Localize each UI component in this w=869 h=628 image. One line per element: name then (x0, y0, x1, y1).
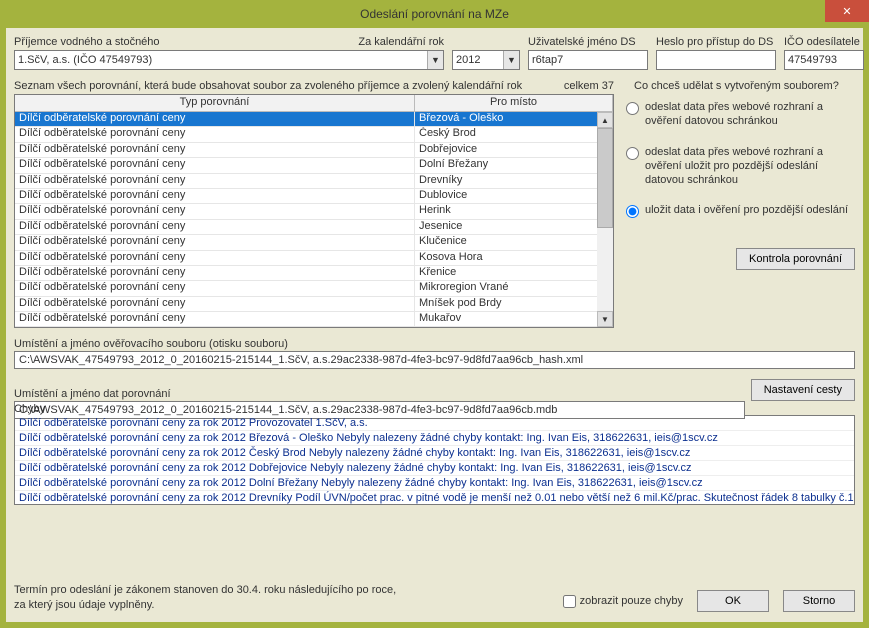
label-coudelat: Co chceš udělat s vytvořeným souborem? (634, 80, 839, 92)
close-button[interactable]: ✕ (825, 0, 869, 22)
table-row[interactable]: Dílčí odběratelské porovnání cenyDublovi… (15, 189, 613, 204)
error-line[interactable]: Dílčí odběratelské porovnání ceny za rok… (15, 461, 854, 476)
label-zarok: Za kalendářní rok (358, 36, 444, 48)
scroll-down-icon[interactable]: ▼ (597, 311, 613, 327)
nastaveni-button[interactable]: Nastavení cesty (751, 379, 855, 401)
error-line[interactable]: Dílčí odběratelské porovnání ceny za rok… (15, 431, 854, 446)
ico-input[interactable]: 47549793 (784, 50, 864, 70)
rok-dropdown[interactable]: 2012 ▼ (452, 50, 520, 70)
table-row[interactable]: Dílčí odběratelské porovnání cenyDrevník… (15, 174, 613, 189)
prijemce-value: 1.SčV, a.s. (IČO 47549793) (18, 54, 152, 66)
label-overfile: Umístění a jméno ověřovacího souboru (ot… (14, 338, 855, 350)
table-row[interactable]: Dílčí odběratelské porovnání cenyHerink (15, 204, 613, 219)
chevron-down-icon: ▼ (503, 51, 519, 69)
errors-list[interactable]: Dílčí odběratelské porovnání ceny za rok… (14, 415, 855, 505)
table-header: Typ porovnání Pro místo (15, 95, 613, 112)
table-row[interactable]: Dílčí odběratelské porovnání cenyMukařov (15, 312, 613, 327)
overfile-field[interactable]: C:\AWSVAK_47549793_2012_0_20160215-21514… (14, 351, 855, 369)
table-row[interactable]: Dílčí odběratelské porovnání cenyBřezová… (15, 112, 613, 127)
storno-button[interactable]: Storno (783, 590, 855, 612)
table-row[interactable]: Dílčí odběratelské porovnání cenyKlučeni… (15, 235, 613, 250)
table-row[interactable]: Dílčí odběratelské porovnání cenyJesenic… (15, 220, 613, 235)
action-radio-group: odeslat data přes webové rozhraní a ověř… (626, 94, 855, 328)
error-line[interactable]: Dílčí odběratelské porovnání ceny za rok… (15, 476, 854, 491)
label-seznam: Seznam všech porovnání, která bude obsah… (14, 80, 522, 92)
heslo-input[interactable] (656, 50, 776, 70)
radio-webds[interactable] (626, 102, 639, 115)
prijemce-dropdown[interactable]: 1.SčV, a.s. (IČO 47549793) ▼ (14, 50, 444, 70)
table-row[interactable]: Dílčí odběratelské porovnání cenyMikrore… (15, 281, 613, 296)
kontrola-button[interactable]: Kontrola porovnání (736, 248, 855, 270)
dialog-body: Příjemce vodného a stočného Za kalendářn… (6, 28, 863, 622)
table-row[interactable]: Dílčí odběratelské porovnání cenyDolní B… (15, 158, 613, 173)
radio-saveonly[interactable] (626, 205, 639, 218)
close-icon: ✕ (842, 5, 851, 18)
label-uzjmeno: Uživatelské jméno DS (528, 36, 636, 48)
vertical-scrollbar[interactable]: ▲ ▼ (597, 112, 613, 327)
chevron-down-icon: ▼ (427, 51, 443, 69)
table-row[interactable]: Dílčí odběratelské porovnání cenyMníšek … (15, 297, 613, 312)
label-ico: IČO odesílatele (784, 36, 860, 48)
error-line[interactable]: Dílčí odběratelské porovnání ceny za rok… (15, 491, 854, 505)
table-row[interactable]: Dílčí odběratelské porovnání cenyČeský B… (15, 127, 613, 142)
radio-saveonly-label: uložit data i ověření pro pozdější odesl… (645, 203, 848, 217)
comparison-table: Typ porovnání Pro místo Dílčí odběratels… (14, 94, 614, 328)
table-row[interactable]: Dílčí odběratelské porovnání cenyKosova … (15, 251, 613, 266)
radio-websave-label: odeslat data přes webové rozhraní a ověř… (645, 145, 855, 188)
radio-websave[interactable] (626, 147, 639, 160)
label-heslo: Heslo pro přístup do DS (656, 36, 773, 48)
error-line[interactable]: Dílčí odběratelské porovnání ceny za rok… (15, 446, 854, 461)
label-datfile: Umístění a jméno dat porovnání (14, 388, 745, 400)
col-typ[interactable]: Typ porovnání (15, 95, 415, 111)
table-row[interactable]: Dílčí odběratelské porovnání cenyKřenice (15, 266, 613, 281)
footer-note: Termín pro odeslání je zákonem stanoven … (14, 583, 404, 612)
rok-value: 2012 (456, 54, 480, 66)
ok-button[interactable]: OK (697, 590, 769, 612)
radio-webds-label: odeslat data přes webové rozhraní a ověř… (645, 100, 855, 129)
table-row[interactable]: Dílčí odběratelské porovnání cenyDobřejo… (15, 143, 613, 158)
scroll-up-icon[interactable]: ▲ (597, 112, 613, 128)
titlebar: Odeslání porovnání na MZe ✕ (0, 0, 869, 28)
label-prijemce: Příjemce vodného a stočného (14, 36, 160, 48)
showerrors-checkbox[interactable]: zobrazit pouze chyby (563, 595, 683, 608)
col-misto[interactable]: Pro místo (415, 95, 613, 111)
scroll-thumb[interactable] (597, 128, 613, 228)
label-celkem: celkem 37 (564, 80, 614, 92)
uzjmeno-input[interactable]: r6tap7 (528, 50, 648, 70)
window-title: Odeslání porovnání na MZe (360, 7, 509, 21)
